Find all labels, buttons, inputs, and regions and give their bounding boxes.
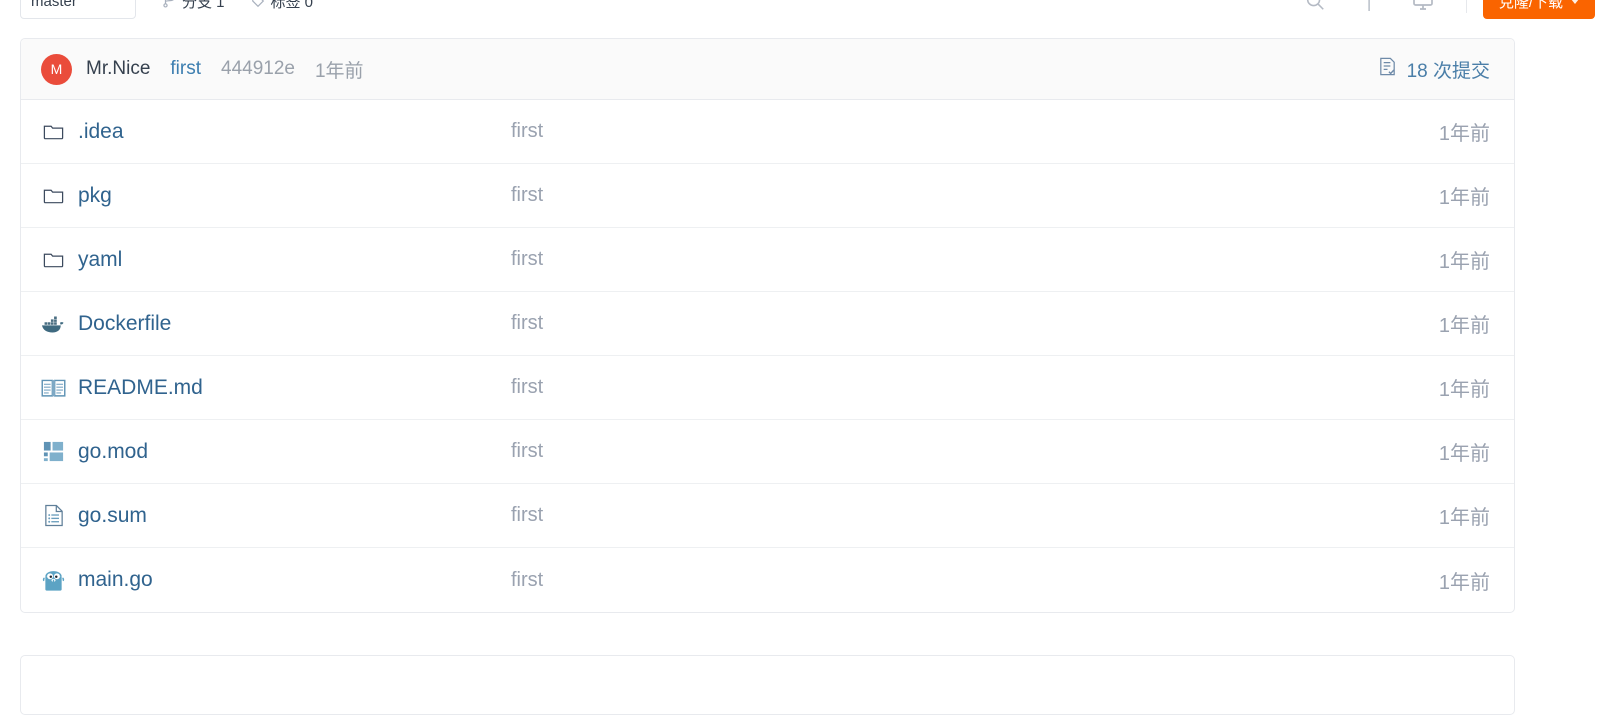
folder-icon xyxy=(41,183,66,208)
folder-icon xyxy=(41,119,66,144)
commit-list-icon xyxy=(1377,56,1398,83)
commit-sha[interactable]: 444912e xyxy=(221,58,295,80)
file-name: main.go xyxy=(78,568,153,591)
file-name: README.md xyxy=(78,375,203,399)
file-name: go.mod xyxy=(78,439,149,463)
file-time: 1年前 xyxy=(1438,251,1490,273)
file-time: 1年前 xyxy=(1438,187,1490,209)
commits-count-link[interactable]: 18 次提交 xyxy=(1377,56,1490,83)
file-name-cell[interactable]: go.sum xyxy=(41,503,511,528)
table-row[interactable]: yaml first 1年前 xyxy=(21,228,1514,292)
file-commit-message[interactable]: first xyxy=(511,184,543,207)
file-commit-message[interactable]: first xyxy=(511,376,543,399)
file-name-cell[interactable]: yaml xyxy=(41,247,511,272)
upload-screen-icon[interactable] xyxy=(1396,0,1450,18)
commits-count-label: 18 次提交 xyxy=(1406,60,1490,82)
file-time: 1年前 xyxy=(1438,315,1490,337)
branch-selector[interactable]: master xyxy=(20,0,136,19)
table-row[interactable]: README.md first 1年前 xyxy=(21,356,1514,420)
avatar[interactable]: M xyxy=(41,53,72,85)
toolbar-actions: 克隆/下载 xyxy=(1288,0,1595,19)
file-rows: .idea first 1年前 pkg first 1年前 yaml first… xyxy=(21,100,1514,612)
file-name-cell[interactable]: go.mod xyxy=(41,439,511,464)
branches-link[interactable]: 分支 1 xyxy=(162,0,225,12)
file-time: 1年前 xyxy=(1438,379,1490,401)
readme-panel xyxy=(20,655,1515,715)
file-commit-message[interactable]: first xyxy=(511,120,543,143)
table-row[interactable]: go.mod first 1年前 xyxy=(21,420,1514,484)
table-row[interactable]: main.go first 1年前 xyxy=(21,548,1514,612)
table-row[interactable]: Dockerfile first 1年前 xyxy=(21,292,1514,356)
folder-icon xyxy=(41,247,66,272)
file-name-cell[interactable]: pkg xyxy=(41,183,511,208)
book-icon xyxy=(41,375,66,400)
file-time: 1年前 xyxy=(1438,443,1490,465)
file-name: go.sum xyxy=(78,503,147,527)
file-commit-message[interactable]: first xyxy=(511,569,543,592)
file-name: yaml xyxy=(78,247,123,271)
file-commit-message[interactable]: first xyxy=(511,248,543,271)
file-time: 1年前 xyxy=(1438,571,1490,594)
commit-time: 1年前 xyxy=(314,60,364,82)
file-commit-message[interactable]: first xyxy=(511,440,543,463)
file-name-cell[interactable]: .idea xyxy=(41,119,511,144)
commit-message[interactable]: first xyxy=(170,58,201,80)
file-name-cell[interactable]: Dockerfile xyxy=(41,311,511,336)
branch-selector-label: master xyxy=(31,0,77,10)
file-name: .idea xyxy=(78,119,124,143)
latest-commit-header: M Mr.Nice first 444912e 1年前 18 次提交 xyxy=(21,39,1514,100)
branches-label: 分支 1 xyxy=(182,0,225,11)
search-icon[interactable] xyxy=(1288,0,1342,18)
repo-toolbar: master 分支 1 标签 0 克隆/下载 xyxy=(0,0,1615,24)
commit-author[interactable]: Mr.Nice xyxy=(86,58,150,80)
file-name-cell[interactable]: README.md xyxy=(41,375,511,400)
toolbar-divider-icon xyxy=(1342,0,1396,18)
tags-link[interactable]: 标签 0 xyxy=(251,0,314,12)
branch-icon xyxy=(162,0,176,8)
file-name-cell[interactable]: main.go xyxy=(41,568,511,593)
chevron-down-icon xyxy=(1571,0,1579,4)
file-time: 1年前 xyxy=(1438,123,1490,145)
file-name: pkg xyxy=(78,183,112,207)
file-commit-message[interactable]: first xyxy=(511,504,543,527)
gopher-icon xyxy=(41,568,66,593)
docker-icon xyxy=(41,311,66,336)
clone-download-button[interactable]: 克隆/下载 xyxy=(1482,0,1595,19)
file-commit-message[interactable]: first xyxy=(511,312,543,335)
table-row[interactable]: go.sum first 1年前 xyxy=(21,484,1514,548)
repo-meta-group: 分支 1 标签 0 xyxy=(162,0,313,12)
file-time: 1年前 xyxy=(1438,507,1490,529)
table-row[interactable]: pkg first 1年前 xyxy=(21,164,1514,228)
tags-label: 标签 0 xyxy=(270,0,314,11)
toolbar-divider xyxy=(1465,0,1467,13)
gomod-icon xyxy=(41,439,66,464)
text-file-icon xyxy=(41,503,66,528)
table-row[interactable]: .idea first 1年前 xyxy=(21,100,1514,164)
tag-icon xyxy=(251,0,265,8)
file-list-card: M Mr.Nice first 444912e 1年前 18 次提交 .idea… xyxy=(20,38,1515,613)
file-name: Dockerfile xyxy=(78,311,172,335)
clone-download-label: 克隆/下载 xyxy=(1498,0,1563,11)
